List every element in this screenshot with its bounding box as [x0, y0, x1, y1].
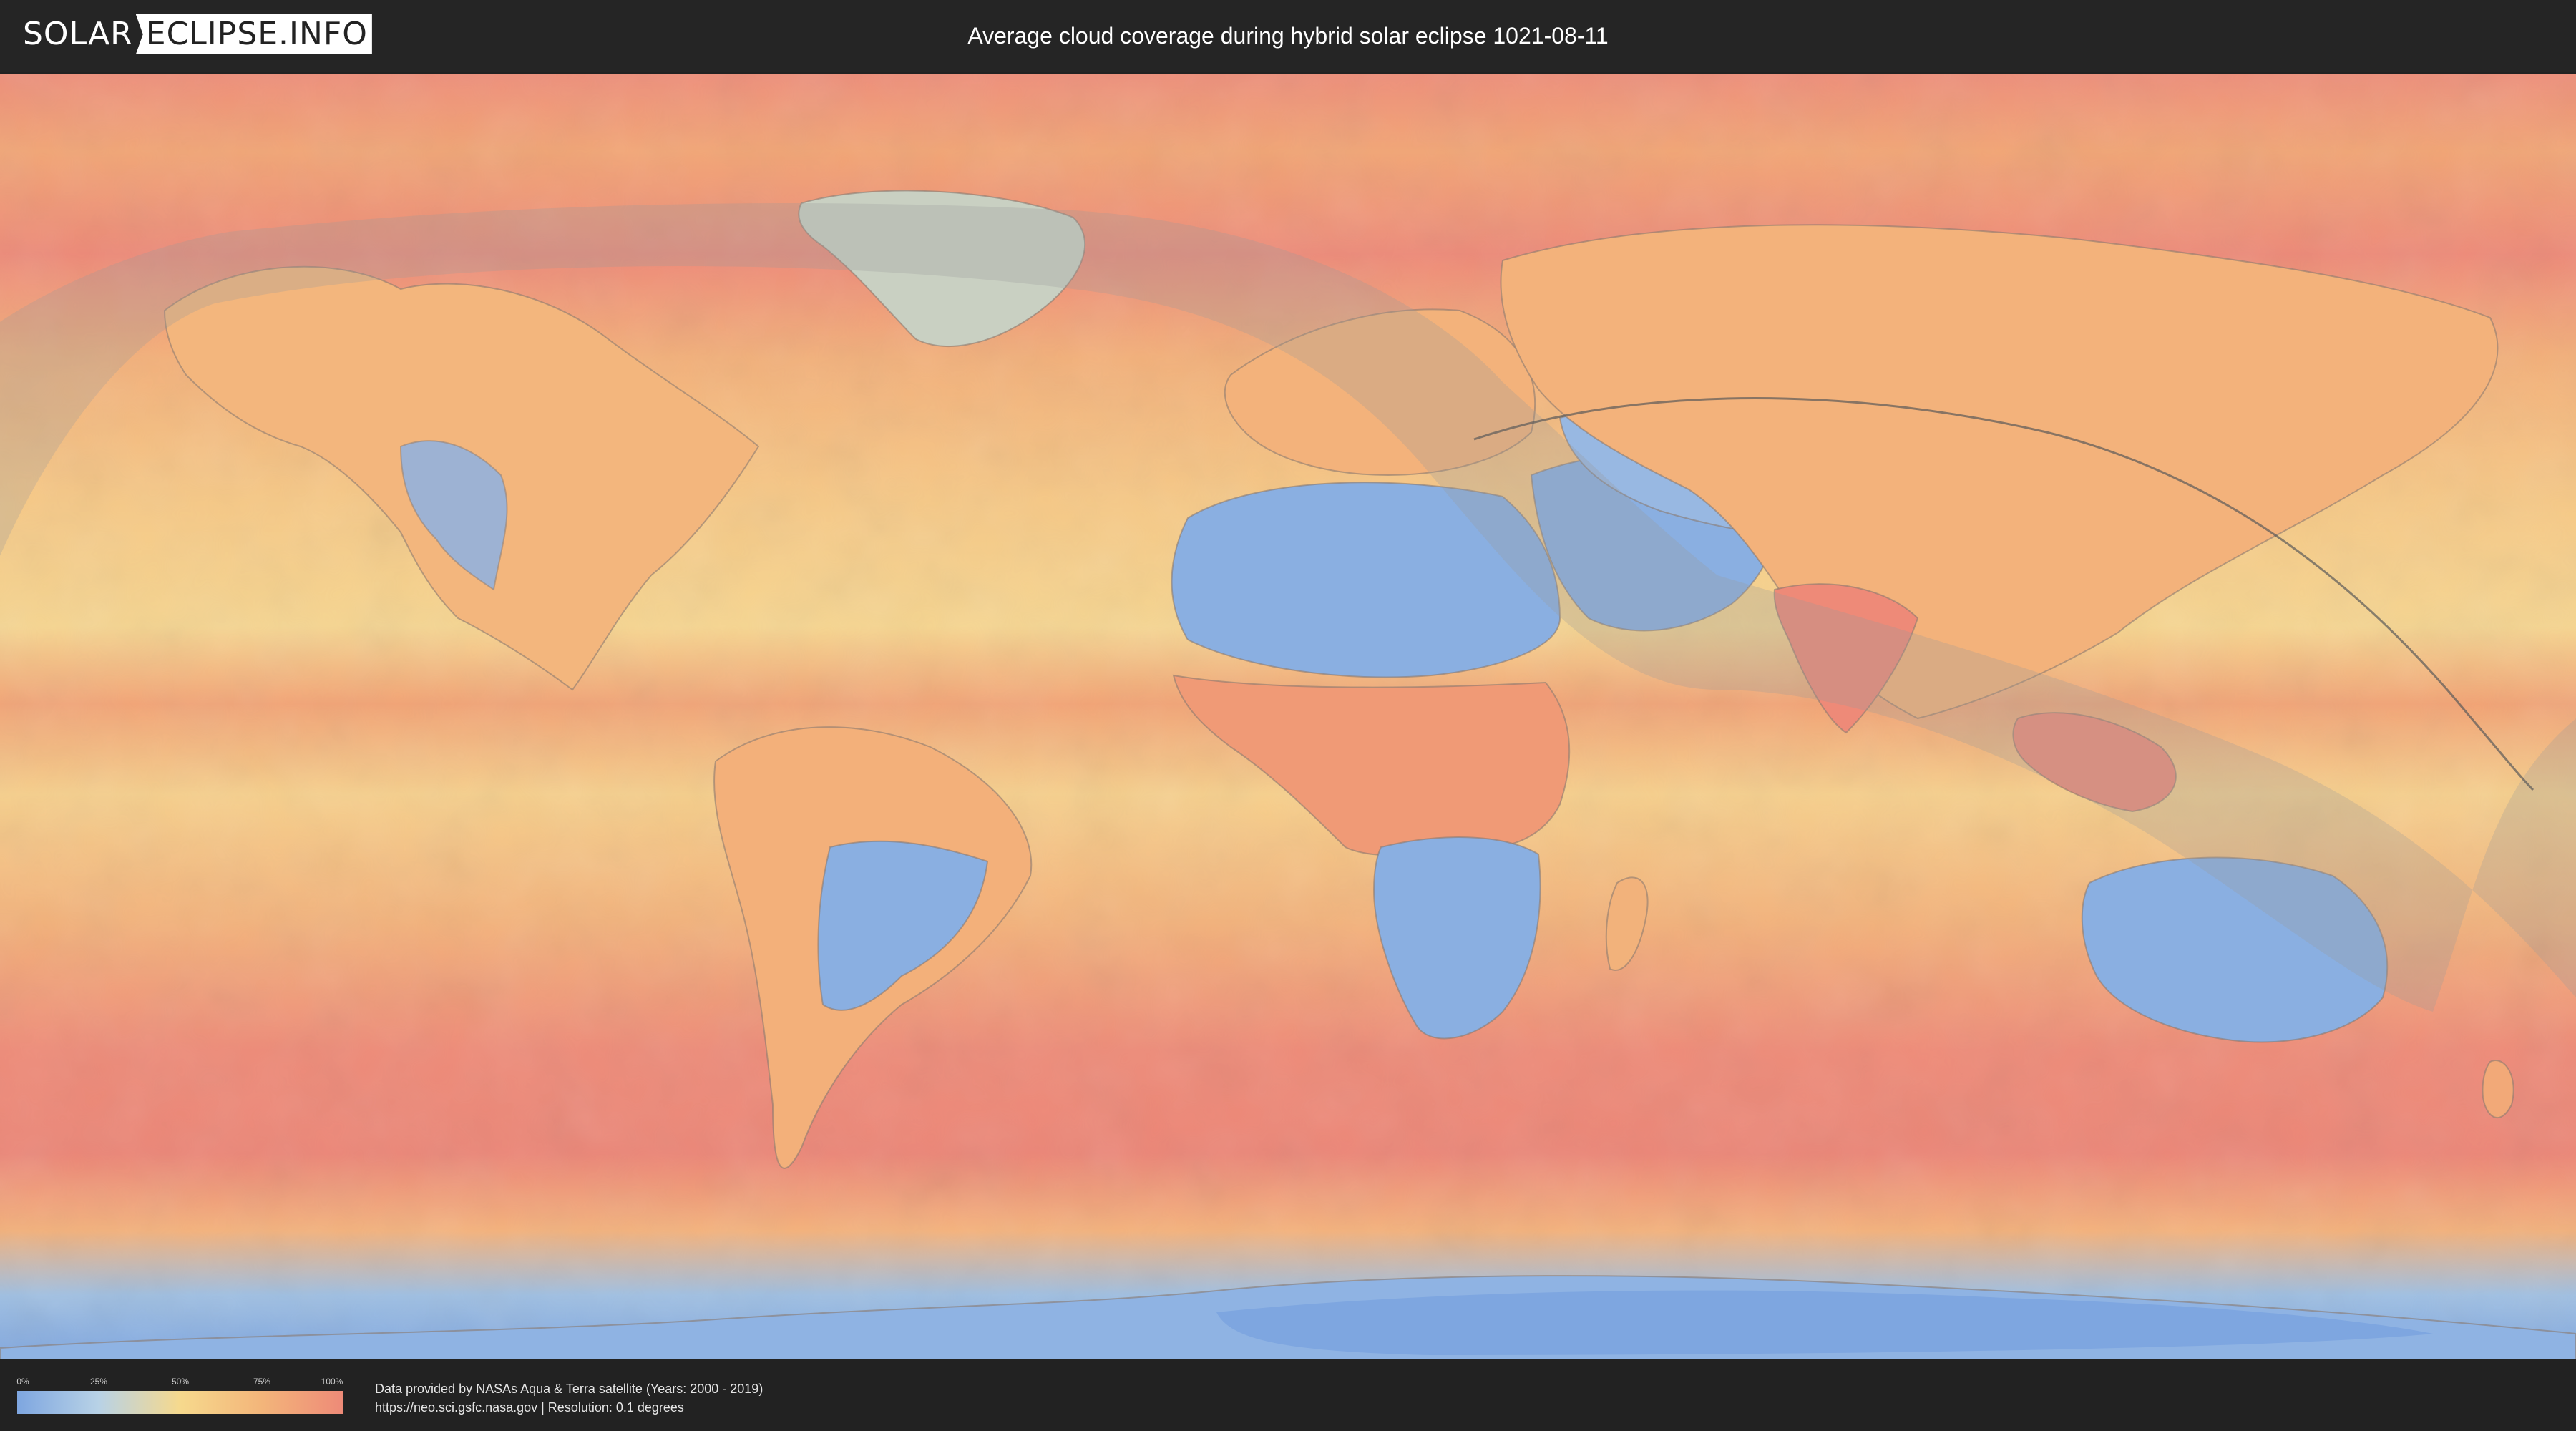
app-root: SOLAR ECLIPSE.INFO Average cloud coverag… [0, 0, 2576, 1431]
cloud-coverage-legend: 0% 25% 50% 75% 100% [16, 1377, 343, 1417]
attribution-line-2[interactable]: https://neo.sci.gsfc.nasa.gov | Resoluti… [375, 1398, 763, 1417]
attribution-line-1: Data provided by NASAs Aqua & Terra sate… [375, 1382, 763, 1396]
map-frame[interactable] [0, 74, 2576, 1359]
header-bar: SOLAR ECLIPSE.INFO Average cloud coverag… [0, 0, 2576, 72]
footer-bar: 0% 25% 50% 75% 100% Data provided by NAS… [0, 1359, 2576, 1431]
legend-tick-50: 50% [171, 1377, 190, 1387]
legend-tick-75: 75% [253, 1377, 271, 1387]
legend-tick-0: 0% [16, 1377, 29, 1387]
cloud-coverage-map[interactable] [0, 74, 2576, 1359]
page-title: Average cloud coverage during hybrid sol… [967, 23, 1609, 49]
legend-tick-100: 100% [321, 1377, 343, 1387]
legend-tick-25: 25% [89, 1377, 108, 1387]
land-new-zealand [2482, 1060, 2514, 1119]
data-attribution: Data provided by NASAs Aqua & Terra sate… [375, 1379, 763, 1417]
legend-color-bar [17, 1391, 343, 1414]
